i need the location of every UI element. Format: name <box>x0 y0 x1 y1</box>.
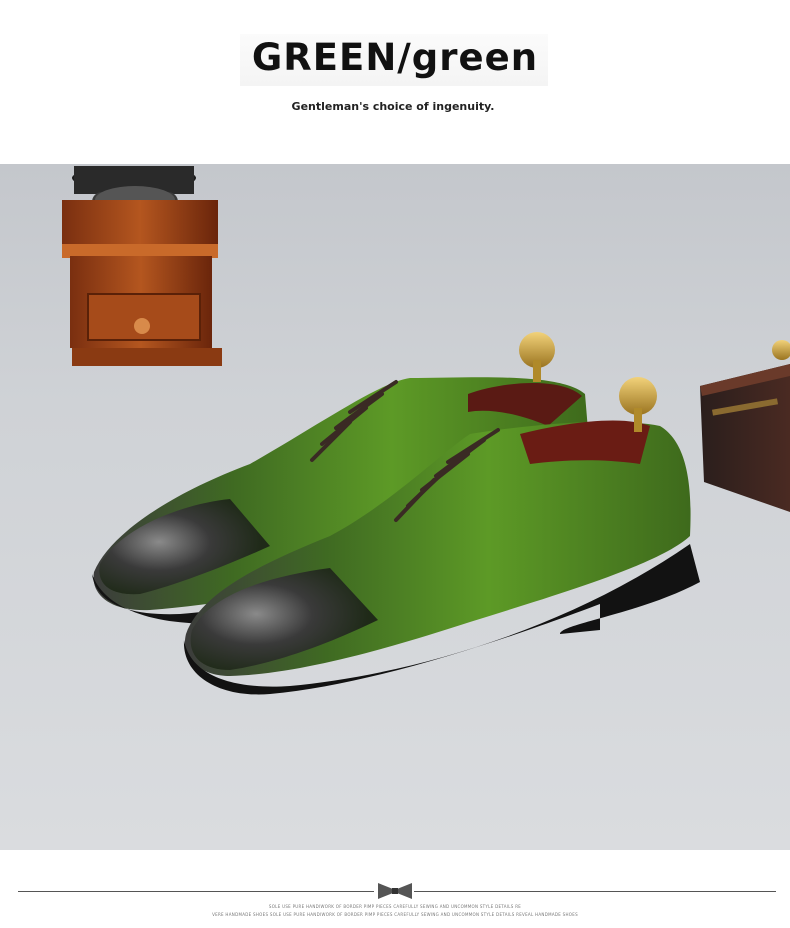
book-prop <box>700 340 790 512</box>
page-subtitle: Gentleman's choice of ingenuity. <box>291 100 495 113</box>
page-title: GREEN/green <box>251 36 539 79</box>
product-photo-illustration <box>62 166 790 695</box>
bow-tie-icon <box>378 883 412 903</box>
footer-fine-print: SOLE USE PURE HANDIWORK OF BORDER PIMP P… <box>268 904 522 909</box>
footer-rule-left <box>18 891 374 892</box>
footer-fine-print: VERE HANDMADE SHOES SOLE USE PURE HANDIW… <box>212 912 578 917</box>
product-photo <box>0 164 790 850</box>
header: GREEN/green Gentleman's choice of ingenu… <box>0 0 790 164</box>
footer-rule-right <box>414 891 776 892</box>
footer: SOLE USE PURE HANDIWORK OF BORDER PIMP P… <box>0 850 790 928</box>
coffee-grinder-prop <box>62 166 222 366</box>
